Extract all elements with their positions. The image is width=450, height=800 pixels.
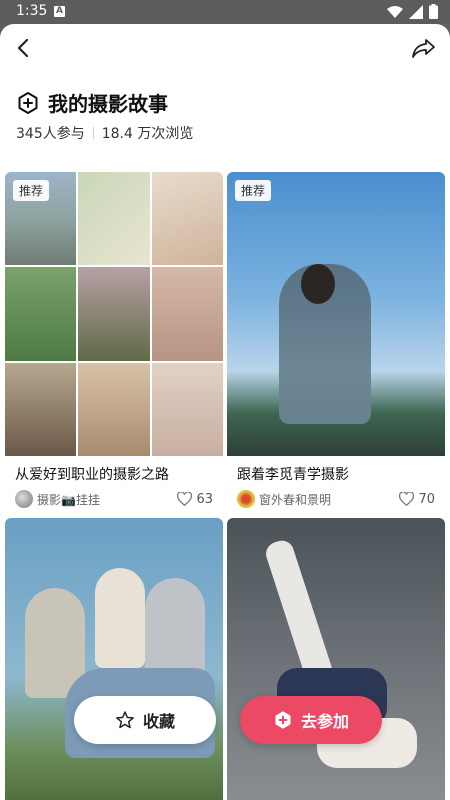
card-image-group[interactable] bbox=[5, 518, 223, 800]
story-card[interactable]: 推荐 从爱好到职业的摄影之路 摄影📷挂挂 63 bbox=[5, 172, 223, 510]
author-name[interactable]: 摄影📷挂挂 bbox=[37, 491, 100, 508]
story-card[interactable] bbox=[5, 518, 223, 800]
avatar[interactable] bbox=[15, 490, 33, 508]
signal-icon bbox=[409, 4, 423, 19]
story-sheet: 我的摄影故事 345人参与 18.4 万次浏览 推荐 从爱好到职业的摄影之路 摄… bbox=[0, 24, 450, 800]
recommend-badge: 推荐 bbox=[13, 180, 50, 201]
save-label: 收藏 bbox=[142, 712, 175, 731]
status-icons bbox=[387, 4, 438, 19]
figure-shape bbox=[95, 568, 145, 668]
notification-a-icon: A bbox=[54, 6, 65, 17]
card-caption: 从爱好到职业的摄影之路 bbox=[15, 467, 169, 483]
participants-count: 345人参与 bbox=[16, 126, 85, 142]
card-image-collage[interactable]: 推荐 bbox=[5, 172, 223, 456]
join-button[interactable]: 去参加 bbox=[240, 696, 382, 744]
status-time: 1:35 bbox=[16, 3, 48, 19]
save-button[interactable]: 收藏 bbox=[74, 696, 216, 744]
card-image-woman-sitting[interactable]: 推荐 bbox=[227, 172, 445, 456]
page-title: 我的摄影故事 bbox=[48, 92, 168, 116]
topic-stats: 345人参与 18.4 万次浏览 bbox=[16, 123, 193, 143]
recommend-badge: 推荐 bbox=[235, 180, 272, 201]
like-button[interactable]: 63 bbox=[177, 492, 213, 507]
share-icon[interactable] bbox=[410, 34, 438, 62]
status-bar: 1:35 A bbox=[0, 0, 450, 24]
avatar[interactable] bbox=[237, 490, 255, 508]
stats-divider bbox=[92, 127, 94, 139]
card-caption: 跟着李觅青学摄影 bbox=[237, 467, 349, 483]
top-bar bbox=[0, 24, 450, 72]
star-icon bbox=[116, 711, 134, 729]
battery-icon bbox=[429, 4, 438, 19]
card-image-woman-lying[interactable] bbox=[227, 518, 445, 800]
story-card[interactable] bbox=[227, 518, 445, 800]
join-label: 去参加 bbox=[300, 712, 349, 731]
like-count: 70 bbox=[418, 491, 435, 507]
page-header: 我的摄影故事 bbox=[16, 88, 168, 117]
story-card[interactable]: 推荐 跟着李觅青学摄影 窗外春和景明 70 bbox=[227, 172, 445, 510]
author-name[interactable]: 窗外春和景明 bbox=[259, 491, 331, 508]
card-meta: 摄影📷挂挂 63 bbox=[5, 488, 223, 510]
back-arrow-icon[interactable] bbox=[10, 34, 38, 62]
card-meta: 窗外春和景明 70 bbox=[227, 488, 445, 510]
like-count: 63 bbox=[196, 491, 213, 507]
like-button[interactable]: 70 bbox=[399, 492, 435, 507]
topic-plus-icon bbox=[18, 91, 38, 114]
figure-head bbox=[301, 264, 335, 304]
plus-hexagon-icon bbox=[275, 711, 291, 729]
wifi-icon bbox=[387, 5, 403, 18]
views-count: 18.4 万次浏览 bbox=[101, 126, 194, 142]
heart-icon bbox=[399, 492, 415, 506]
heart-icon bbox=[177, 492, 193, 506]
